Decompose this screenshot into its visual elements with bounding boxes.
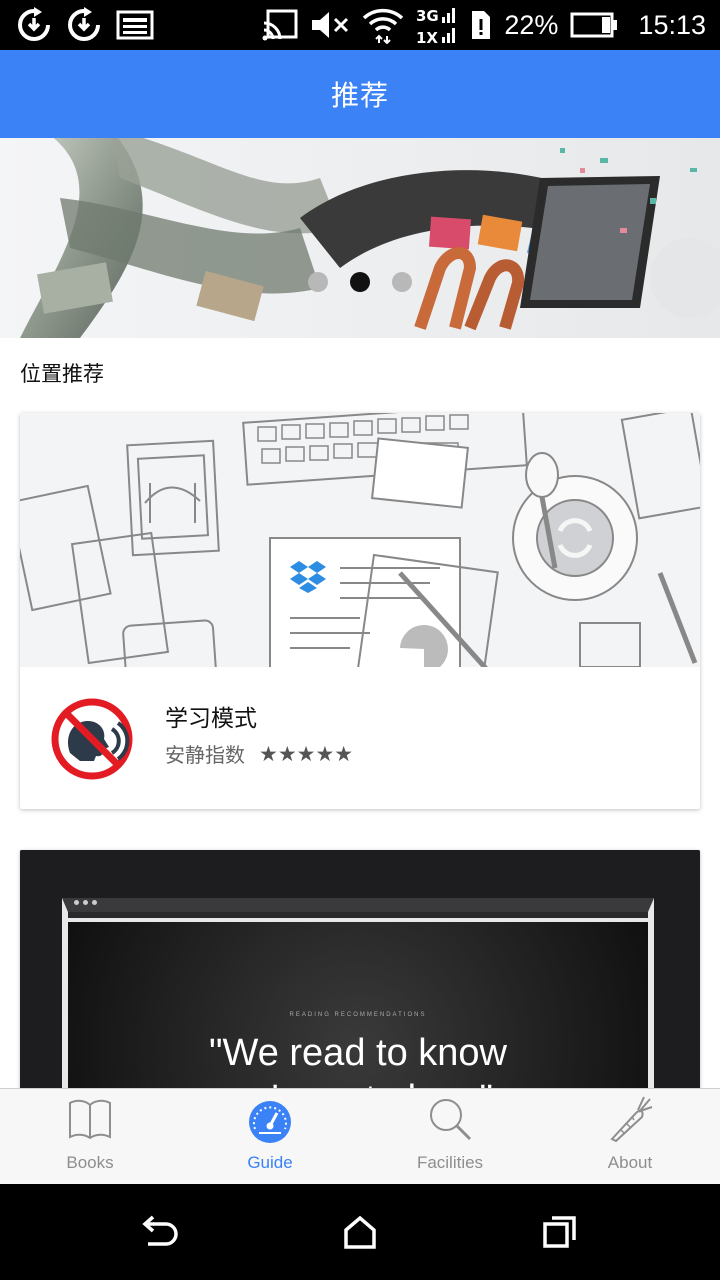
tab-label: Books — [66, 1153, 114, 1172]
card-rating: 安静指数 ★★★★★ — [165, 739, 353, 768]
quote-line: we're not alone" — [68, 1076, 648, 1088]
main-content[interactable]: 位置推荐 学习模式 安静指数 ★★★★★ READING RECOMMENDAT… — [0, 138, 720, 1088]
clock: 15:13 — [638, 9, 706, 40]
card-image: READING RECOMMENDATIONS "We read to know… — [20, 850, 700, 1088]
book-icon — [66, 1095, 114, 1147]
rating-stars: ★★★★★ — [259, 741, 354, 766]
battery-percent: 22% — [504, 9, 559, 40]
status-right-icons: 3G 1X 22% 15:13 — [262, 4, 706, 46]
window-dots-icon — [74, 900, 97, 905]
svg-text:1X: 1X — [416, 29, 438, 45]
carousel-indicator — [308, 272, 412, 292]
system-navigation-bar — [0, 1184, 720, 1280]
card-title: 学习模式 — [165, 706, 257, 732]
mute-icon — [310, 9, 350, 41]
browser-mockup: READING RECOMMENDATIONS "We read to know… — [62, 898, 654, 1088]
tab-facilities[interactable]: Facilities — [360, 1089, 540, 1185]
picture-icon — [116, 10, 154, 40]
tab-books[interactable]: Books — [0, 1089, 180, 1185]
tab-guide[interactable]: Guide — [180, 1089, 360, 1185]
app-bar: 推荐 — [0, 50, 720, 138]
card-image — [20, 413, 700, 697]
sync-icon — [16, 7, 52, 43]
back-icon[interactable] — [140, 1214, 180, 1254]
recommendation-card[interactable]: READING RECOMMENDATIONS "We read to know… — [20, 850, 700, 1088]
tab-label: About — [607, 1153, 653, 1172]
recent-apps-icon[interactable] — [542, 1214, 578, 1254]
home-icon[interactable] — [342, 1214, 378, 1254]
status-bar: 3G 1X 22% 15:13 — [0, 0, 720, 50]
quote-line: "We read to know — [209, 1032, 507, 1074]
carousel-dot[interactable] — [308, 272, 328, 292]
carousel-dot[interactable] — [392, 272, 412, 292]
banner-carousel[interactable] — [0, 138, 720, 338]
image-caption: READING RECOMMENDATIONS — [289, 1012, 427, 1018]
image-quote: "We read to know we're not alone" — [68, 1030, 648, 1088]
sync-icon — [66, 7, 102, 43]
search-icon — [426, 1095, 474, 1147]
card-body: 学习模式 安静指数 ★★★★★ — [20, 667, 700, 809]
tab-label: Guide — [247, 1153, 293, 1172]
carrot-icon — [606, 1095, 654, 1147]
battery-icon — [570, 12, 618, 38]
recommendation-card[interactable]: 学习模式 安静指数 ★★★★★ — [20, 413, 700, 809]
section-title: 位置推荐 — [20, 362, 104, 386]
svg-text:3G: 3G — [416, 7, 439, 25]
banner-image — [0, 138, 720, 338]
signal-icon: 3G 1X — [416, 5, 458, 45]
sim-alert-icon — [470, 9, 492, 41]
no-talking-icon — [50, 697, 134, 785]
bottom-navigation: Books Guide Facilities About — [0, 1088, 720, 1184]
tab-label: Facilities — [416, 1153, 484, 1172]
speedometer-icon — [245, 1095, 295, 1149]
wifi-icon — [362, 6, 404, 44]
rating-label: 安静指数 — [165, 743, 245, 767]
carousel-dot[interactable] — [350, 272, 370, 292]
cast-icon — [262, 9, 298, 41]
page-title: 推荐 — [330, 79, 389, 112]
tab-about[interactable]: About — [540, 1089, 720, 1185]
status-left-icons — [16, 7, 154, 43]
